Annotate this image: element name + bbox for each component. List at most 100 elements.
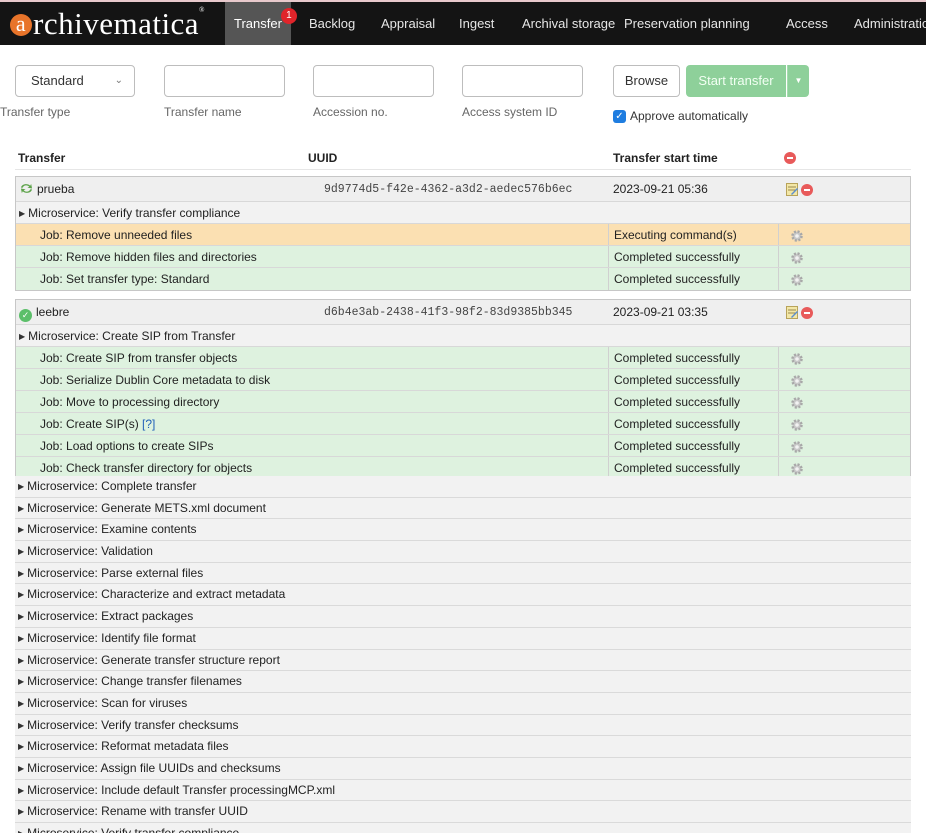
archivematica-logo[interactable]: a rchivematica® (10, 6, 205, 42)
expand-triangle-icon: ▶ (18, 698, 25, 708)
gear-icon[interactable] (790, 418, 804, 432)
expand-triangle-icon: ▶ (18, 482, 25, 491)
expand-triangle-icon: ▶ (18, 823, 24, 833)
nav-tab-preservation-planning[interactable]: Preservation planning (615, 2, 759, 45)
microservice-list: ▶ Microservice: Complete transfer ▶ Microse… (15, 476, 911, 833)
report-icon[interactable] (786, 183, 798, 197)
nav-tab-archival-storage[interactable]: Archival storage (513, 2, 624, 45)
job-status: Completed successfully (608, 347, 778, 368)
gear-icon[interactable] (790, 396, 804, 410)
transfer-uuid: 9d9774d5-f42e-4362-a3d2-aedec576b6ec (324, 183, 573, 196)
accession-number-input[interactable] (313, 65, 434, 97)
top-navigation-bar: a rchivematica® Transfer 1 Backlog Apprais… (0, 0, 926, 45)
nav-tab-transfer[interactable]: Transfer 1 (225, 2, 297, 45)
microservice-row[interactable]: ▶ Microservice: Reformat metadata files (15, 736, 911, 758)
access-system-id-input[interactable] (462, 65, 583, 97)
expand-triangle-icon: ▶ (18, 742, 25, 752)
transfer-row[interactable]: ✓ leebre d6b4e3ab-2438-41f3-98f2-83d9385b… (16, 300, 910, 325)
nav-tab-ingest[interactable]: Ingest (450, 2, 503, 45)
job-status: Completed successfully (608, 413, 778, 434)
expand-triangle-icon: ▶ (18, 633, 25, 643)
gear-icon[interactable] (790, 440, 804, 454)
microservice-row[interactable]: ▶ Microservice: Rename with transfer UUID (15, 801, 911, 823)
expand-triangle-icon: ▶ (19, 332, 26, 341)
nav-tab-backlog[interactable]: Backlog (300, 2, 364, 45)
job-status: Completed successfully (608, 435, 778, 456)
expand-triangle-icon: ▶ (19, 209, 26, 218)
header-divider (15, 169, 911, 170)
expand-triangle-icon: ▶ (18, 612, 25, 622)
job-row: Job: Set transfer type: Standard Complet… (16, 268, 910, 290)
microservice-row[interactable]: ▶ Microservice: Extract packages (15, 606, 911, 628)
transfer-name: prueba (37, 182, 75, 196)
transfer-start-time: 2023-09-21 03:35 (613, 305, 708, 319)
browse-button[interactable]: Browse (613, 65, 680, 97)
microservice-row[interactable]: ▶Microservice: Verify transfer complianc… (15, 823, 911, 833)
job-row: Job: Remove unneeded files Executing com… (16, 224, 910, 246)
delete-transfer-icon[interactable] (801, 183, 813, 196)
microservice-row[interactable]: ▶ Microservice: Examine contents (15, 519, 911, 542)
expand-triangle-icon: ▶ (18, 568, 25, 578)
expand-triangle-icon: ▶ (18, 655, 25, 665)
transfer-name-input[interactable] (164, 65, 285, 97)
notification-badge: 1 (280, 8, 297, 24)
sync-icon (20, 183, 33, 194)
gear-icon[interactable] (790, 462, 804, 476)
transfer-leebre: ✓ leebre d6b4e3ab-2438-41f3-98f2-83d9385b… (15, 299, 911, 479)
microservice-row[interactable]: ▶ Microservice: Assign file UUIDs and che… (15, 757, 911, 780)
microservice-row[interactable]: ▶ Microservice: Include default Transfer … (15, 779, 911, 802)
nav-tab-access[interactable]: Access (777, 2, 837, 45)
nav-tab-appraisal[interactable]: Appraisal (372, 2, 444, 45)
start-transfer-dropdown-caret-icon[interactable]: ▼ (787, 65, 809, 97)
expand-triangle-icon: ▶ (18, 720, 25, 730)
job-row: Job: Move to processing directory Comple… (16, 391, 910, 413)
transfer-name-label: Transfer name (164, 105, 242, 119)
microservice-row[interactable]: ▶ Microservice: Parse external files (15, 562, 911, 585)
job-row: Job: Create SIP(s) [?] Completed success… (16, 413, 910, 435)
microservice-row[interactable]: ▶ Microservice: Scan for viruses (15, 692, 911, 715)
delete-all-icon[interactable] (784, 150, 796, 164)
approve-automatically-label: Approve automatically (630, 109, 749, 123)
chevron-down-icon: ⌄ (114, 75, 123, 86)
column-header-start-time: Transfer start time (613, 151, 718, 165)
nav-tab-administration[interactable]: Administration (845, 2, 926, 45)
microservice-row[interactable]: ▶ Microservice: Characterize and extract … (15, 584, 911, 607)
delete-transfer-icon[interactable] (801, 306, 813, 319)
transfer-type-label: Transfer type (0, 105, 71, 119)
job-status: Completed successfully (608, 391, 778, 412)
column-header-uuid: UUID (308, 151, 338, 165)
gear-icon[interactable] (790, 229, 804, 243)
gear-icon[interactable] (790, 352, 804, 366)
transfer-type-select[interactable]: Standard ⌄ (15, 65, 135, 97)
start-transfer-button[interactable]: Start transfer (686, 65, 786, 97)
microservice-row[interactable]: ▶ Microservice: Complete transfer (15, 476, 911, 498)
completed-icon: ✓ (19, 309, 32, 322)
transfer-prueba: prueba 9d9774d5-f42e-4362-a3d2-aedec576b… (15, 176, 911, 291)
help-link[interactable]: [?] (142, 417, 155, 431)
expand-triangle-icon: ▶ (18, 525, 25, 535)
job-status: Completed successfully (608, 369, 778, 390)
microservice-row[interactable]: ▶Microservice: Verify transfer complianc… (16, 202, 910, 224)
expand-triangle-icon: ▶ (18, 807, 25, 817)
approve-automatically-checkbox[interactable]: ✓ (613, 110, 626, 123)
microservice-row[interactable]: ▶ Microservice: Generate METS.xml documen… (15, 497, 911, 520)
job-status: Completed successfully (608, 246, 778, 267)
microservice-row[interactable]: ▶ Microservice: Verify transfer checksums (15, 714, 911, 737)
microservice-row[interactable]: ▶ Microservice: Validation (15, 541, 911, 563)
gear-icon[interactable] (790, 251, 804, 265)
transfer-row[interactable]: prueba 9d9774d5-f42e-4362-a3d2-aedec576b… (16, 177, 910, 202)
microservice-row[interactable]: ▶ Microservice: Create SIP from Transfer (16, 325, 910, 347)
gear-icon[interactable] (790, 374, 804, 388)
job-status: Completed successfully (608, 268, 778, 290)
job-row: Job: Load options to create SIPs Complet… (16, 435, 910, 457)
expand-triangle-icon: ▶ (18, 677, 25, 687)
microservice-row[interactable]: ▶ Microservice: Identify file format (15, 627, 911, 650)
expand-triangle-icon: ▶ (18, 503, 25, 513)
column-header-transfer: Transfer (18, 151, 66, 165)
expand-triangle-icon: ▶ (18, 785, 25, 795)
microservice-row[interactable]: ▶ Microservice: Generate transfer structu… (15, 649, 911, 672)
job-row: Job: Remove hidden files and directories… (16, 246, 910, 268)
gear-icon[interactable] (790, 273, 804, 287)
microservice-row[interactable]: ▶ Microservice: Change transfer filenames (15, 671, 911, 693)
report-icon[interactable] (786, 306, 798, 320)
